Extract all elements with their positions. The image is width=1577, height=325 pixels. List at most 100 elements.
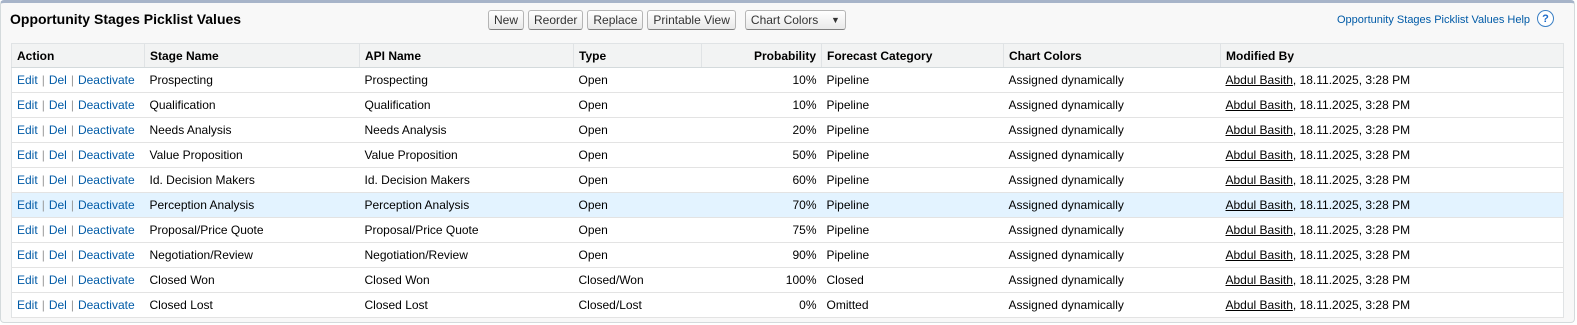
picklist-panel: Opportunity Stages Picklist Values New R…: [0, 0, 1575, 323]
modified-date: , 18.11.2025, 3:28 PM: [1292, 173, 1411, 187]
del-link[interactable]: Del: [49, 273, 67, 287]
deactivate-link[interactable]: Deactivate: [78, 98, 135, 112]
api-name-cell: Closed Won: [359, 267, 574, 293]
deactivate-link[interactable]: Deactivate: [78, 198, 135, 212]
user-link[interactable]: Abdul Basith: [1226, 98, 1293, 112]
table-row: Edit | Del | Deactivate Proposal/Price Quote P…: [11, 217, 1564, 243]
col-modified-by: Modified By: [1220, 43, 1564, 68]
forecast-category-cell: Pipeline: [821, 242, 1004, 268]
modified-date: , 18.11.2025, 3:28 PM: [1292, 198, 1411, 212]
separator: |: [41, 173, 45, 187]
separator: |: [70, 98, 74, 112]
edit-link[interactable]: Edit: [17, 123, 38, 137]
deactivate-link[interactable]: Deactivate: [78, 248, 135, 262]
del-link[interactable]: Del: [49, 198, 67, 212]
chart-colors-cell: Assigned dynamically: [1003, 142, 1221, 168]
user-link[interactable]: Abdul Basith: [1226, 298, 1293, 312]
help-link[interactable]: Opportunity Stages Picklist Values Help: [1337, 14, 1530, 26]
chart-colors-cell: Assigned dynamically: [1003, 267, 1221, 293]
edit-link[interactable]: Edit: [17, 98, 38, 112]
chart-colors-cell: Assigned dynamically: [1003, 192, 1221, 218]
stage-name-cell: Value Proposition: [144, 142, 360, 168]
api-name-cell: Qualification: [359, 92, 574, 118]
edit-link[interactable]: Edit: [17, 223, 38, 237]
deactivate-link[interactable]: Deactivate: [78, 123, 135, 137]
del-link[interactable]: Del: [49, 248, 67, 262]
chart-colors-cell: Assigned dynamically: [1003, 92, 1221, 118]
col-stage-name: Stage Name: [144, 43, 360, 68]
separator: |: [70, 123, 74, 137]
modified-by-cell: Abdul Basith, 18.11.2025, 3:28 PM: [1220, 167, 1564, 193]
separator: |: [70, 73, 74, 87]
probability-cell: 20%: [701, 117, 822, 143]
user-link[interactable]: Abdul Basith: [1226, 173, 1293, 187]
edit-link[interactable]: Edit: [17, 273, 38, 287]
type-cell: Open: [573, 67, 702, 93]
modified-by-cell: Abdul Basith, 18.11.2025, 3:28 PM: [1220, 67, 1564, 93]
stage-name-cell: Prospecting: [144, 67, 360, 93]
type-cell: Open: [573, 242, 702, 268]
printable-view-button[interactable]: Printable View: [647, 10, 736, 30]
modified-date: , 18.11.2025, 3:28 PM: [1292, 123, 1411, 137]
edit-link[interactable]: Edit: [17, 248, 38, 262]
help-icon[interactable]: ?: [1537, 10, 1554, 27]
user-link[interactable]: Abdul Basith: [1226, 148, 1293, 162]
del-link[interactable]: Del: [49, 173, 67, 187]
del-link[interactable]: Del: [49, 73, 67, 87]
probability-cell: 60%: [701, 167, 822, 193]
probability-cell: 10%: [701, 67, 822, 93]
edit-link[interactable]: Edit: [17, 73, 38, 87]
api-name-cell: Closed Lost: [359, 292, 574, 318]
modified-date: , 18.11.2025, 3:28 PM: [1292, 73, 1411, 87]
stage-name-cell: Perception Analysis: [144, 192, 360, 218]
button-bar: New Reorder Replace Printable View Chart…: [488, 10, 846, 30]
type-cell: Open: [573, 92, 702, 118]
del-link[interactable]: Del: [49, 123, 67, 137]
table-row: Edit | Del | Deactivate Negotiation/Review Neg…: [11, 242, 1564, 268]
type-cell: Open: [573, 217, 702, 243]
row-actions: Edit | Del | Deactivate: [11, 67, 145, 93]
edit-link[interactable]: Edit: [17, 298, 38, 312]
probability-cell: 100%: [701, 267, 822, 293]
deactivate-link[interactable]: Deactivate: [78, 148, 135, 162]
type-cell: Open: [573, 167, 702, 193]
forecast-category-cell: Pipeline: [821, 142, 1004, 168]
user-link[interactable]: Abdul Basith: [1226, 248, 1293, 262]
stage-name-cell: Closed Won: [144, 267, 360, 293]
separator: |: [41, 148, 45, 162]
user-link[interactable]: Abdul Basith: [1226, 123, 1293, 137]
api-name-cell: Id. Decision Makers: [359, 167, 574, 193]
edit-link[interactable]: Edit: [17, 173, 38, 187]
picklist-table: Action Stage Name API Name Type Probabil…: [11, 43, 1564, 318]
row-actions: Edit | Del | Deactivate: [11, 92, 145, 118]
probability-cell: 10%: [701, 92, 822, 118]
user-link[interactable]: Abdul Basith: [1226, 73, 1293, 87]
del-link[interactable]: Del: [49, 223, 67, 237]
modified-date: , 18.11.2025, 3:28 PM: [1292, 223, 1411, 237]
deactivate-link[interactable]: Deactivate: [78, 223, 135, 237]
new-button[interactable]: New: [488, 10, 525, 30]
deactivate-link[interactable]: Deactivate: [78, 73, 135, 87]
user-link[interactable]: Abdul Basith: [1226, 273, 1293, 287]
deactivate-link[interactable]: Deactivate: [78, 273, 135, 287]
col-probability: Probability: [701, 43, 822, 68]
reorder-button[interactable]: Reorder: [528, 10, 584, 30]
edit-link[interactable]: Edit: [17, 148, 38, 162]
api-name-cell: Prospecting: [359, 67, 574, 93]
modified-by-cell: Abdul Basith, 18.11.2025, 3:28 PM: [1220, 267, 1564, 293]
del-link[interactable]: Del: [49, 98, 67, 112]
user-link[interactable]: Abdul Basith: [1226, 223, 1293, 237]
chart-colors-select[interactable]: Chart Colors ▼: [744, 10, 846, 30]
deactivate-link[interactable]: Deactivate: [78, 173, 135, 187]
forecast-category-cell: Pipeline: [821, 67, 1004, 93]
edit-link[interactable]: Edit: [17, 198, 38, 212]
deactivate-link[interactable]: Deactivate: [78, 298, 135, 312]
modified-by-cell: Abdul Basith, 18.11.2025, 3:28 PM: [1220, 192, 1564, 218]
row-actions: Edit | Del | Deactivate: [11, 142, 145, 168]
user-link[interactable]: Abdul Basith: [1226, 198, 1293, 212]
separator: |: [41, 98, 45, 112]
del-link[interactable]: Del: [49, 148, 67, 162]
replace-button[interactable]: Replace: [587, 10, 644, 30]
del-link[interactable]: Del: [49, 298, 67, 312]
separator: |: [41, 73, 45, 87]
